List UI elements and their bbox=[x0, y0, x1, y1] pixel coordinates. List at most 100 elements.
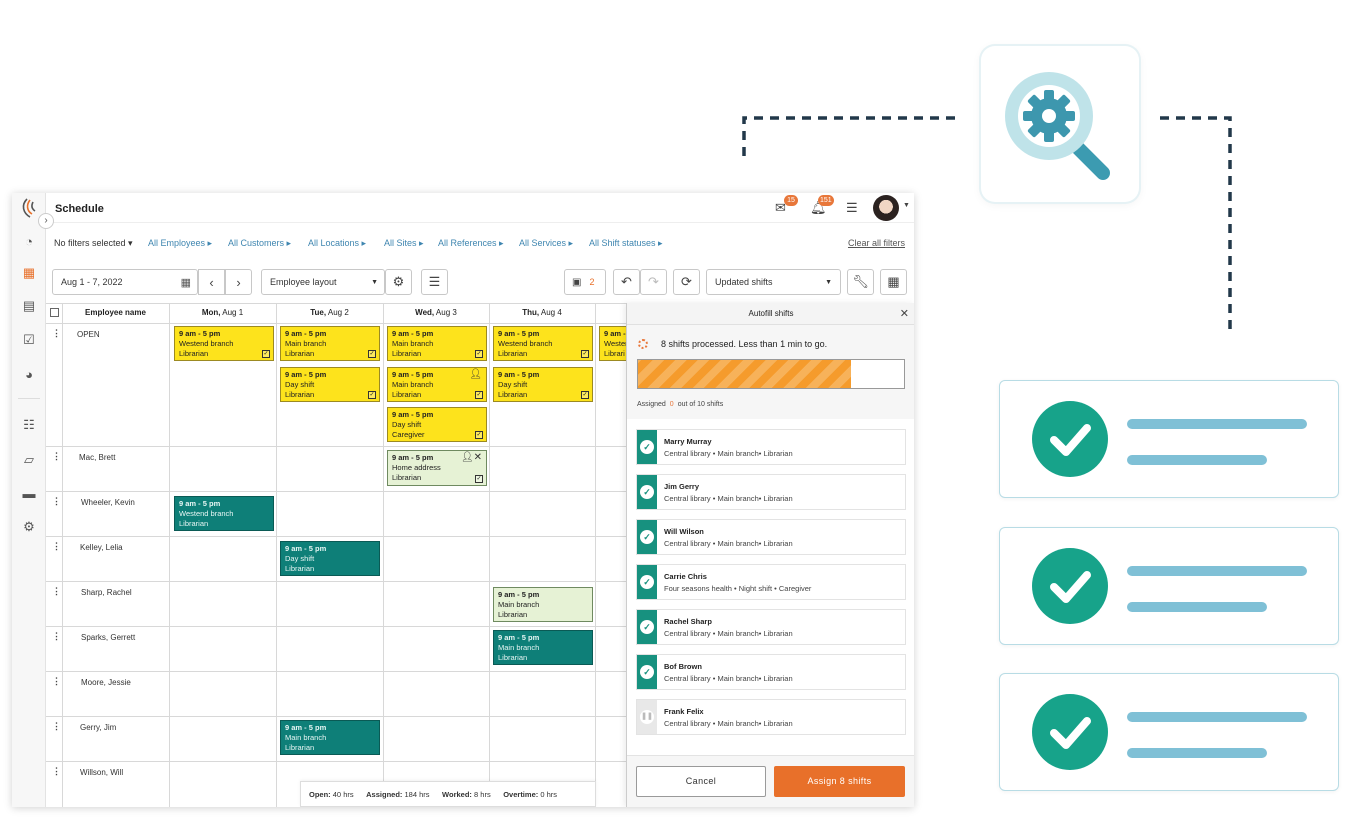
clear-all-filters-link[interactable]: Clear all filters bbox=[848, 238, 905, 248]
clipboard-check-icon[interactable]: ☑ bbox=[21, 332, 37, 348]
remove-person-icon[interactable]: 👤︎✕ bbox=[461, 453, 482, 463]
saved-changes-button[interactable]: ▣ 2 bbox=[564, 269, 606, 295]
shift-time: 9 am - 5 pm bbox=[179, 329, 221, 338]
tools-button[interactable]: 🔧︎ bbox=[847, 269, 874, 295]
day-header-mon[interactable]: Mon, Aug 1 bbox=[169, 303, 276, 323]
schedule-grid-icon[interactable]: ▦ bbox=[21, 265, 37, 281]
row-menu-icon[interactable]: ⋮ bbox=[52, 631, 61, 642]
users-settings-icon[interactable]: ☷ bbox=[21, 417, 37, 433]
shift-card[interactable]: 9 am - 5 pm Main branch Librarian bbox=[493, 587, 593, 622]
shift-card[interactable]: 9 am - 5 pm Main branch Librarian ✓ bbox=[280, 326, 380, 361]
checkbox-icon[interactable]: ✓ bbox=[581, 391, 589, 399]
checkbox-icon[interactable]: ✓ bbox=[581, 350, 589, 358]
day-header-tue[interactable]: Tue, Aug 2 bbox=[276, 303, 383, 323]
assign-shifts-button[interactable]: Assign 8 shifts bbox=[774, 766, 905, 797]
shift-card[interactable]: 9 am - 5 pm Day shift Librarian ✓ bbox=[493, 367, 593, 402]
day-header-thu[interactable]: Thu, Aug 4 bbox=[489, 303, 595, 323]
previous-week-button[interactable]: ‹ bbox=[198, 269, 225, 295]
assign-person-icon[interactable]: 👤︎ bbox=[469, 370, 482, 380]
autofill-employee-item[interactable]: ✓ Jim Gerry Central library • Main branc… bbox=[636, 474, 906, 510]
shift-site: Westen bbox=[604, 339, 629, 348]
checkbox-icon[interactable]: ✓ bbox=[368, 350, 376, 358]
date-range-picker[interactable]: Aug 1 - 7, 2022 ▦ bbox=[52, 269, 198, 295]
refresh-button[interactable]: ⟳ bbox=[673, 269, 700, 295]
employee-row-name: Kelley, Lelia bbox=[80, 543, 123, 552]
shift-card[interactable]: 9 am - 5 pm Main branch Librarian bbox=[493, 630, 593, 665]
shift-card[interactable]: 9 am - 5 pm Day shift Librarian bbox=[280, 541, 380, 576]
row-menu-icon[interactable]: ⋮ bbox=[52, 586, 61, 597]
employee-name: Frank Felix bbox=[664, 707, 704, 716]
undo-button[interactable]: ↶ bbox=[613, 269, 640, 295]
filter-locations[interactable]: All Locations ▸ bbox=[308, 238, 366, 249]
filter-shift-statuses[interactable]: All Shift statuses ▸ bbox=[589, 238, 663, 249]
employee-name: Rachel Sharp bbox=[664, 617, 712, 626]
redo-button[interactable]: ↷ bbox=[640, 269, 667, 295]
avatar[interactable] bbox=[873, 195, 899, 221]
shift-card[interactable]: 9 am - 5 pm Westend branch Librarian ✓ bbox=[174, 326, 274, 361]
layout-select[interactable]: Employee layout ▼ bbox=[261, 269, 385, 295]
shift-role: Librarian bbox=[179, 349, 209, 358]
row-menu-icon[interactable]: ⋮ bbox=[52, 328, 61, 339]
checkbox-icon[interactable]: ✓ bbox=[368, 391, 376, 399]
filter-customers[interactable]: All Customers ▸ bbox=[228, 238, 291, 249]
adjust-filters-button[interactable]: ☰ bbox=[421, 269, 448, 295]
filter-references[interactable]: All References ▸ bbox=[438, 238, 504, 249]
autofill-employee-item[interactable]: ❚❚ Frank Felix Central library • Main br… bbox=[636, 699, 906, 735]
list-menu-icon[interactable]: ☰ bbox=[846, 200, 858, 216]
shift-card[interactable]: 9 am - 5 pm Main branch Librarian bbox=[280, 720, 380, 755]
filter-services[interactable]: All Services ▸ bbox=[519, 238, 573, 249]
checkbox-icon[interactable]: ✓ bbox=[475, 431, 483, 439]
check-circle-icon bbox=[1032, 401, 1108, 477]
filter-employees[interactable]: All Employees ▸ bbox=[148, 238, 212, 249]
row-menu-icon[interactable]: ⋮ bbox=[52, 721, 61, 732]
autofill-employee-item[interactable]: ✓ Rachel Sharp Central library • Main br… bbox=[636, 609, 906, 645]
pie-chart-icon[interactable]: ◕ bbox=[21, 366, 37, 382]
shift-card[interactable]: 9 am - 5 pm Day shift Librarian ✓ bbox=[280, 367, 380, 402]
shift-card[interactable]: 9 am - 5 pm Westend branch Librarian bbox=[174, 496, 274, 531]
shift-card[interactable]: 9 am - 5 pm Main branch Librarian 👤︎ ✓ bbox=[387, 367, 487, 402]
autofill-employee-item[interactable]: ✓ Will Wilson Central library • Main bra… bbox=[636, 519, 906, 555]
sidebar-expand-button[interactable]: › bbox=[38, 213, 54, 229]
gear-icon[interactable]: ⚙ bbox=[21, 519, 37, 535]
employee-name-header[interactable]: Employee name bbox=[62, 303, 169, 323]
shift-card[interactable]: 9 am - 5 pm Westend branch Librarian ✓ bbox=[493, 326, 593, 361]
checkbox-icon[interactable]: ✓ bbox=[475, 391, 483, 399]
shift-card[interactable]: 9 am - 5 pm Main branch Librarian ✓ bbox=[387, 326, 487, 361]
checkbox-icon[interactable]: ✓ bbox=[262, 350, 270, 358]
view-filter-select[interactable]: Updated shifts ▼ bbox=[706, 269, 841, 295]
chevron-down-icon[interactable]: ▼ bbox=[903, 202, 910, 209]
autofill-employee-item[interactable]: ✓ Bof Brown Central library • Main branc… bbox=[636, 654, 906, 690]
shift-card[interactable]: 9 am - Westen Librari bbox=[599, 326, 629, 361]
shift-role: Librarian bbox=[498, 653, 528, 662]
shift-card[interactable]: 9 am - 5 pm Day shift Caregiver ✓ bbox=[387, 407, 487, 442]
cancel-button[interactable]: Cancel bbox=[636, 766, 766, 797]
map-icon[interactable]: ▱ bbox=[21, 452, 37, 468]
layout-settings-button[interactable]: ⚙ bbox=[385, 269, 412, 295]
saved-filters-dropdown[interactable]: No filters selected ▾ bbox=[54, 238, 133, 249]
employee-detail: Central library • Main branch• Librarian bbox=[664, 719, 793, 728]
day-header-wed[interactable]: Wed, Aug 3 bbox=[383, 303, 489, 323]
briefcase-icon[interactable]: ▬ bbox=[21, 485, 37, 501]
dashboard-icon[interactable]: ◔ bbox=[21, 233, 37, 249]
close-icon[interactable]: ✕ bbox=[900, 303, 909, 325]
autofill-employee-item[interactable]: ✓ Carrie Chris Four seasons health • Nig… bbox=[636, 564, 906, 600]
chevron-down-icon: ▼ bbox=[371, 278, 378, 286]
sliders-icon: ☰ bbox=[428, 274, 441, 289]
calendar-edit-button[interactable]: ▦ bbox=[880, 269, 907, 295]
shift-role: Librari bbox=[604, 349, 625, 358]
row-menu-icon[interactable]: ⋮ bbox=[52, 766, 61, 777]
checkbox-icon[interactable]: ✓ bbox=[475, 475, 483, 483]
filter-sites[interactable]: All Sites ▸ bbox=[384, 238, 424, 249]
shift-card[interactable]: 9 am - 5 pm Home address Librarian 👤︎✕ ✓ bbox=[387, 450, 487, 486]
select-all-checkbox[interactable] bbox=[50, 308, 59, 317]
next-week-button[interactable]: › bbox=[225, 269, 252, 295]
row-menu-icon[interactable]: ⋮ bbox=[52, 676, 61, 687]
row-menu-icon[interactable]: ⋮ bbox=[52, 541, 61, 552]
autofill-employee-item[interactable]: ✓ Marry Murray Central library • Main br… bbox=[636, 429, 906, 465]
row-menu-icon[interactable]: ⋮ bbox=[52, 496, 61, 507]
chevron-right-icon: › bbox=[236, 274, 241, 290]
grid-line bbox=[62, 303, 63, 807]
calendar-icon[interactable]: ▤ bbox=[21, 298, 37, 314]
row-menu-icon[interactable]: ⋮ bbox=[52, 451, 61, 462]
checkbox-icon[interactable]: ✓ bbox=[475, 350, 483, 358]
